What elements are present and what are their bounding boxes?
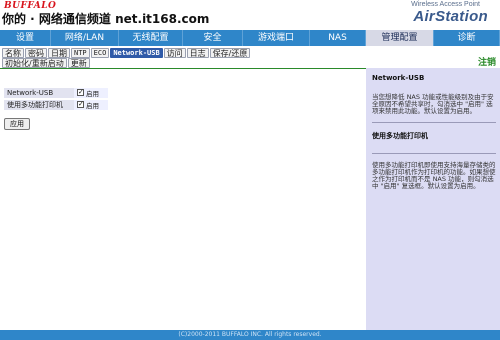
setting-label: Network-USB <box>4 87 74 99</box>
logout-link[interactable]: 注销 <box>478 55 496 68</box>
subtab-eco[interactable]: ECO <box>90 48 110 58</box>
subtab-name[interactable]: 名称 <box>2 48 24 58</box>
tab-diagnostics[interactable]: 诊断 <box>434 30 500 46</box>
help-panel: Network-USB 当您想降低 NAS 功能或性能级别及由于安全原因不希望共… <box>372 74 496 196</box>
site-caption: 你的 · 网络通信频道 net.it168.com <box>2 12 210 26</box>
setting-label: 使用多功能打印机 <box>4 99 74 111</box>
help-title: Network-USB <box>372 74 425 82</box>
tab-game-port[interactable]: 游戏端口 <box>243 30 310 46</box>
help-text: 当您想降低 NAS 功能或性能级别及由于安全原因不希望共享时，勾消选中 "启用"… <box>372 93 494 116</box>
product-logo: AirStation <box>413 8 488 25</box>
tab-wireless[interactable]: 无线配置 <box>119 30 183 46</box>
settings-table: Network-USB ✓ 启用 使用多功能打印机 ✓ 启用 <box>4 87 108 111</box>
tab-nas[interactable]: NAS <box>310 30 366 46</box>
apply-button[interactable]: 应用 <box>4 118 30 130</box>
subtab-update[interactable]: 更新 <box>67 58 90 68</box>
subtab-ntp[interactable]: NTP <box>71 48 90 58</box>
sidebar-top: 注销 <box>366 46 500 68</box>
help-divider <box>372 121 496 123</box>
printer-checkbox[interactable]: ✓ <box>77 101 84 108</box>
tab-network-lan[interactable]: 网络/LAN <box>51 30 119 46</box>
help-title: 使用多功能打印机 <box>372 131 428 140</box>
checkbox-label: 启用 <box>86 101 99 110</box>
setting-row-network-usb: Network-USB ✓ 启用 <box>4 87 108 99</box>
subtab-network-usb[interactable]: Network-USB <box>110 48 163 58</box>
footer: (C)2000-2011 BUFFALO INC. All rights res… <box>0 330 500 340</box>
tab-setup[interactable]: 设置 <box>0 30 51 46</box>
network-usb-checkbox[interactable]: ✓ <box>77 89 84 96</box>
tab-admin[interactable]: 管理配置 <box>366 30 434 46</box>
subtab-access[interactable]: 访问 <box>163 48 186 58</box>
help-sidebar: 注销 Network-USB 当您想降低 NAS 功能或性能级别及由于安全原因不… <box>366 46 500 330</box>
sub-nav: 名称 密码 日期 NTP ECO Network-USB 访问 日志 保存/还原… <box>2 48 364 68</box>
subtab-date[interactable]: 日期 <box>48 48 70 58</box>
setting-row-printer: 使用多功能打印机 ✓ 启用 <box>4 99 108 111</box>
tab-security[interactable]: 安全 <box>183 30 243 46</box>
setting-value: ✓ 启用 <box>74 87 108 99</box>
setting-value: ✓ 启用 <box>74 99 108 111</box>
header: BUFFALO 你的 · 网络通信频道 net.it168.com Wirele… <box>0 0 500 30</box>
subtab-reset-reboot[interactable]: 初始化/重新启动 <box>2 58 67 68</box>
subtab-password[interactable]: 密码 <box>25 48 47 58</box>
help-text: 使用多功能打印机即使用支持海量存储类的多功能打印机作为打印机的功能。如果想使之作… <box>372 160 496 191</box>
main-nav: 设置 网络/LAN 无线配置 安全 游戏端口 NAS 管理配置 诊断 <box>0 30 500 46</box>
subtab-save-restore[interactable]: 保存/还原 <box>209 48 251 58</box>
product-subtitle: Wireless Access Point <box>411 1 480 8</box>
divider <box>0 68 366 69</box>
subtab-log[interactable]: 日志 <box>186 48 209 58</box>
checkbox-label: 启用 <box>86 89 99 98</box>
help-divider <box>372 152 496 154</box>
main-content: 名称 密码 日期 NTP ECO Network-USB 访问 日志 保存/还原… <box>0 46 366 330</box>
